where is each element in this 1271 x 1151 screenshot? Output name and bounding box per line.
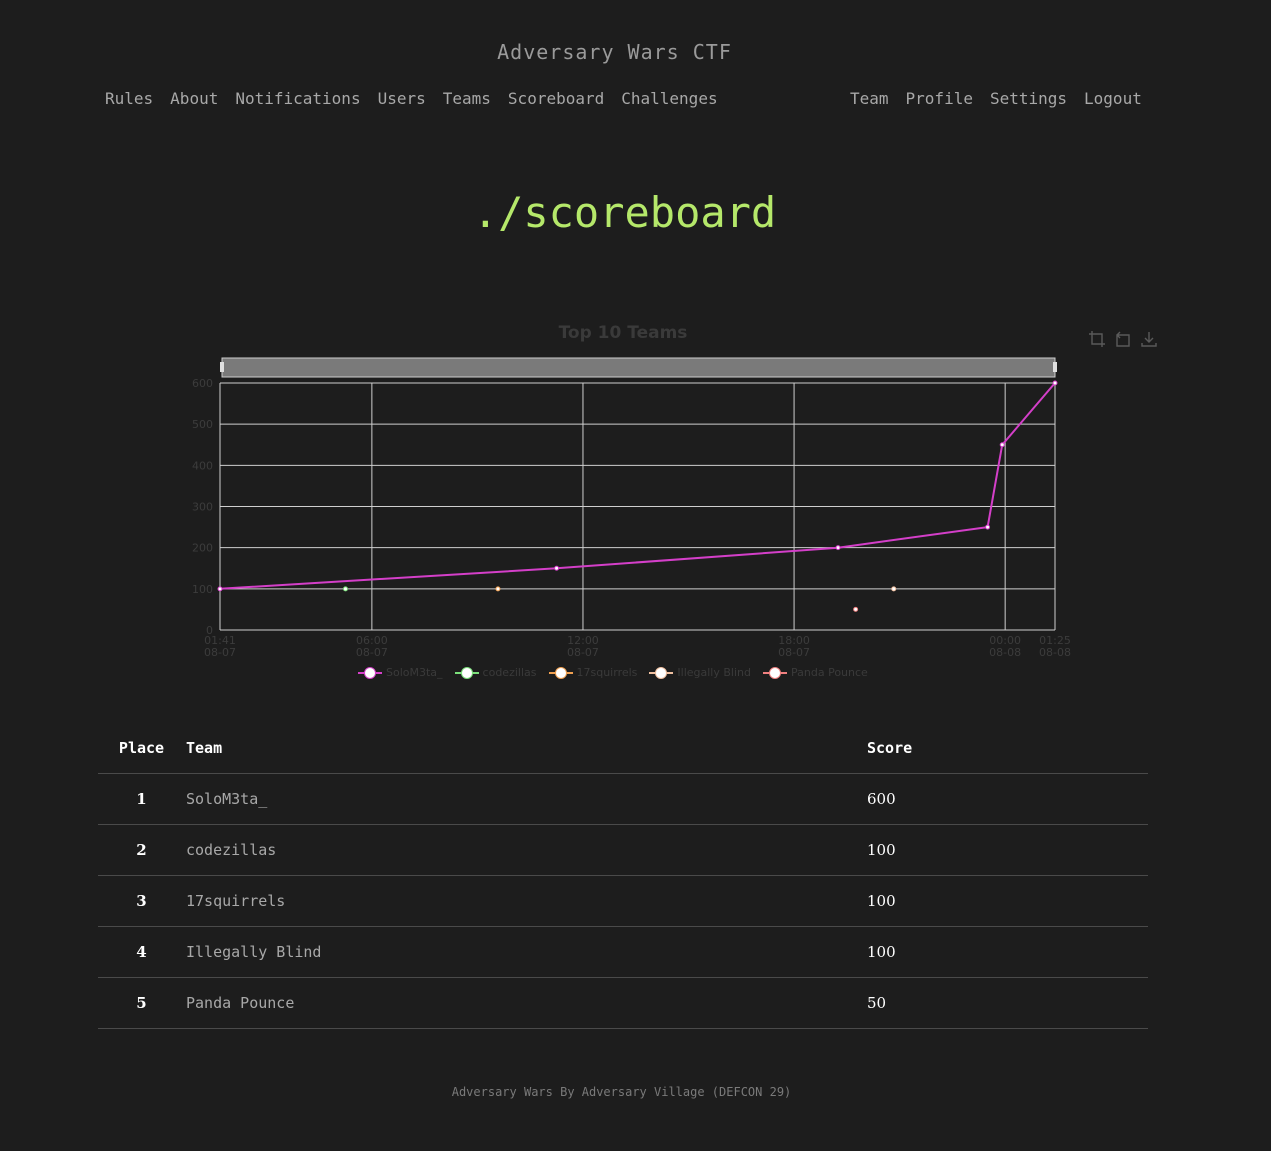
table-row: 4 Illegally Blind 100 xyxy=(98,926,1148,978)
team-cell[interactable]: Panda Pounce xyxy=(185,977,866,1029)
place-cell: 4 xyxy=(98,926,185,978)
restore-icon[interactable] xyxy=(1114,330,1132,348)
x-tick-date-label: 08-08 xyxy=(1039,646,1071,659)
data-point xyxy=(985,524,991,530)
nav-about[interactable]: About xyxy=(170,89,218,108)
score-cell: 100 xyxy=(866,926,1148,978)
legend-marker-icon xyxy=(649,666,674,679)
legend-item[interactable]: 17squirrels xyxy=(548,666,638,679)
nav-teams[interactable]: Teams xyxy=(443,89,491,108)
score-cell: 100 xyxy=(866,875,1148,927)
team-cell[interactable]: SoloM3ta_ xyxy=(185,773,866,825)
team-cell[interactable]: codezillas xyxy=(185,824,866,876)
nav-logout[interactable]: Logout xyxy=(1084,89,1142,108)
data-point xyxy=(853,606,859,612)
chart-plot: 010020030040050060001:4108-0706:0008-071… xyxy=(192,357,1071,659)
nav-users[interactable]: Users xyxy=(378,89,426,108)
datazoom-handle-right xyxy=(1053,362,1057,372)
nav-notifications[interactable]: Notifications xyxy=(235,89,360,108)
place-cell: 1 xyxy=(98,773,185,825)
legend-item[interactable]: SoloM3ta_ xyxy=(358,666,443,679)
table-row: 2 codezillas 100 xyxy=(98,824,1148,876)
x-tick-date-label: 08-07 xyxy=(567,646,599,659)
y-tick-label: 500 xyxy=(192,418,213,431)
score-cell: 100 xyxy=(866,824,1148,876)
data-point xyxy=(891,586,897,592)
y-tick-label: 200 xyxy=(192,542,213,555)
data-point xyxy=(217,586,223,592)
legend-label: Illegally Blind xyxy=(677,666,751,679)
x-tick-date-label: 08-07 xyxy=(778,646,810,659)
scoreboard-table: Place Team Score 1 SoloM3ta_ 600 2 codez… xyxy=(98,723,1148,1029)
legend-marker-icon xyxy=(548,666,573,679)
legend-label: Panda Pounce xyxy=(791,666,868,679)
y-tick-label: 400 xyxy=(192,459,213,472)
data-point xyxy=(554,565,560,571)
table-row: 5 Panda Pounce 50 xyxy=(98,977,1148,1029)
place-cell: 2 xyxy=(98,824,185,876)
legend-label: codezillas xyxy=(482,666,537,679)
col-place-header: Place xyxy=(98,723,185,774)
x-tick-date-label: 08-08 xyxy=(989,646,1021,659)
data-point xyxy=(1052,380,1058,386)
y-tick-label: 600 xyxy=(192,377,213,390)
page-footer: Adversary Wars By Adversary Village (DEF… xyxy=(451,1085,792,1099)
legend-item[interactable]: Panda Pounce xyxy=(763,666,868,679)
download-icon[interactable] xyxy=(1140,330,1158,348)
place-cell: 3 xyxy=(98,875,185,927)
legend-item[interactable]: Illegally Blind xyxy=(649,666,751,679)
table-header-row: Place Team Score xyxy=(98,723,1148,774)
legend-label: 17squirrels xyxy=(576,666,638,679)
table-row: 3 17squirrels 100 xyxy=(98,875,1148,927)
site-brand[interactable]: Adversary Wars CTF xyxy=(0,40,1229,64)
y-tick-label: 100 xyxy=(192,583,213,596)
zoom-icon[interactable] xyxy=(1088,330,1106,348)
table-row: 1 SoloM3ta_ 600 xyxy=(98,773,1148,825)
col-score-header: Score xyxy=(866,723,1148,774)
data-point xyxy=(495,586,501,592)
x-tick-date-label: 08-07 xyxy=(356,646,388,659)
legend-marker-icon xyxy=(763,666,787,679)
chart-toolbox xyxy=(1088,330,1158,348)
nav-team[interactable]: Team xyxy=(850,89,889,108)
series-line xyxy=(219,382,1056,590)
col-team-header: Team xyxy=(185,723,866,774)
chart-legend: SoloM3ta_ codezillas 17squirrels Illegally … xyxy=(358,666,868,679)
legend-label: SoloM3ta_ xyxy=(386,666,443,679)
y-tick-label: 300 xyxy=(192,501,213,514)
nav-settings[interactable]: Settings xyxy=(990,89,1067,108)
place-cell: 5 xyxy=(98,977,185,1029)
legend-item[interactable]: codezillas xyxy=(454,666,537,679)
datazoom-slider xyxy=(221,357,1056,378)
team-cell[interactable]: 17squirrels xyxy=(185,875,866,927)
nav-rules[interactable]: Rules xyxy=(105,89,153,108)
nav-scoreboard[interactable]: Scoreboard xyxy=(508,89,604,108)
user-nav: Team Profile Settings Logout xyxy=(850,89,1142,108)
data-point xyxy=(835,545,841,551)
score-cell: 50 xyxy=(866,977,1148,1029)
page-title: ./scoreboard xyxy=(472,188,777,237)
nav-profile[interactable]: Profile xyxy=(906,89,973,108)
data-point xyxy=(342,586,348,592)
nav-challenges[interactable]: Challenges xyxy=(621,89,717,108)
legend-marker-icon xyxy=(358,666,382,679)
score-chart: Top 10 Teams 0 100 200 300 400 500 600 01:41 08-… xyxy=(190,318,1180,698)
x-tick-date-label: 08-07 xyxy=(204,646,236,659)
data-point xyxy=(999,442,1005,448)
datazoom-handle-left xyxy=(220,362,224,372)
score-cell: 600 xyxy=(866,773,1148,825)
main-nav: Rules About Notifications Users Teams Sc… xyxy=(105,89,718,108)
team-cell[interactable]: Illegally Blind xyxy=(185,926,866,978)
legend-marker-icon xyxy=(454,666,479,679)
